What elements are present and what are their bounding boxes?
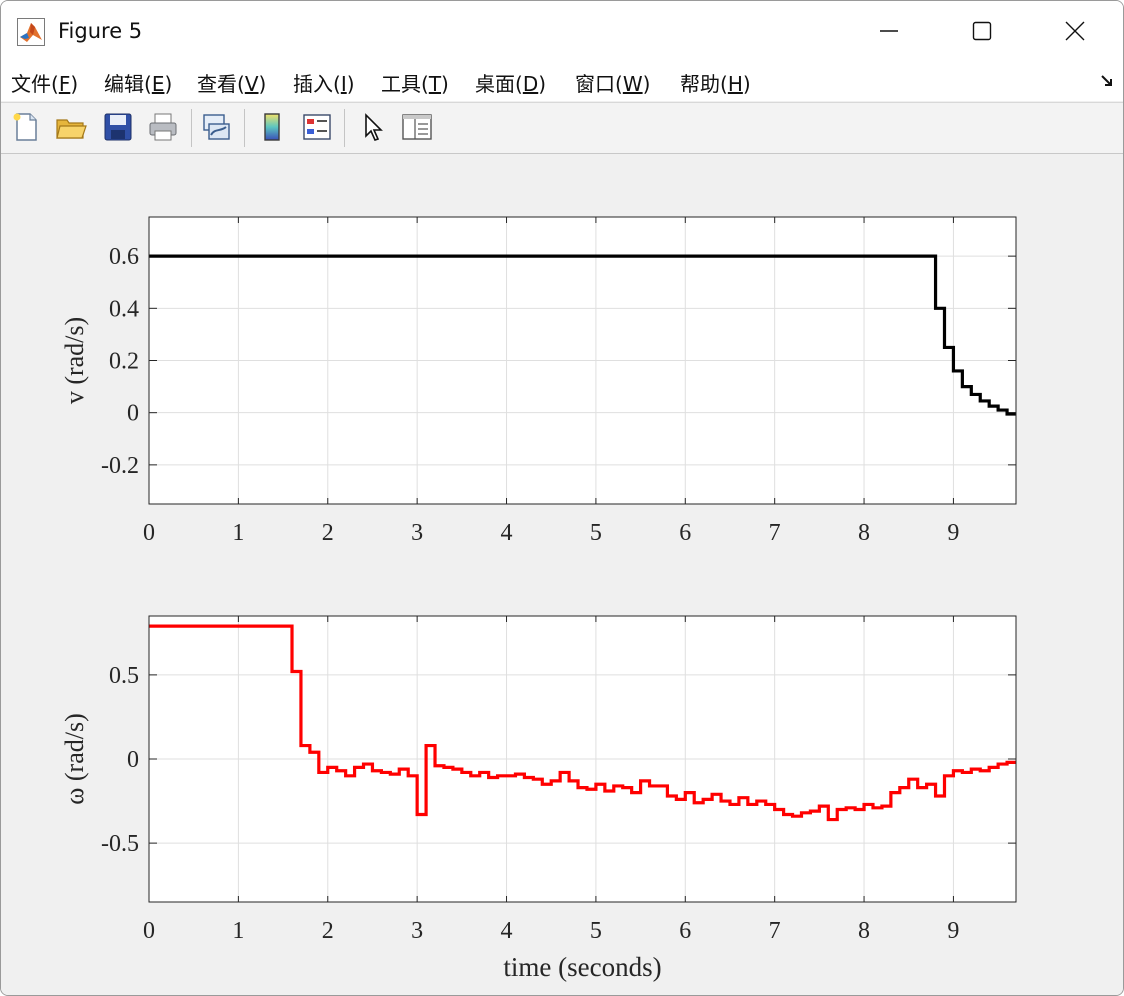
x-tick-label: 4: [501, 918, 513, 944]
close-button[interactable]: [1029, 1, 1121, 61]
matlab-logo-icon: [17, 18, 45, 46]
close-icon: [1065, 21, 1085, 41]
x-tick-label: 5: [590, 918, 602, 944]
toolbar-separator: [244, 109, 245, 147]
new-file-icon[interactable]: [10, 111, 42, 143]
menu-bar: 文件(F) 编辑(E) 查看(V) 插入(I) 工具(T) 桌面(D) 窗口(W…: [1, 61, 1123, 101]
link-plot-icon[interactable]: [200, 111, 232, 143]
x-tick-label: 7: [769, 520, 781, 546]
menu-window[interactable]: 窗口(W): [575, 68, 650, 97]
y-tick-label: 0: [127, 401, 139, 427]
y-tick-label: 0.5: [109, 663, 139, 689]
y-axis-label: ω (rad/s): [60, 713, 89, 804]
open-folder-icon[interactable]: [55, 111, 87, 143]
toolbar-separator: [191, 109, 192, 147]
title-bar: Figure 5: [1, 1, 1123, 61]
menu-view[interactable]: 查看(V): [197, 68, 266, 97]
x-tick-label: 3: [411, 918, 423, 944]
y-tick-label: -0.2: [101, 453, 139, 479]
x-tick-label: 1: [232, 520, 244, 546]
x-tick-label: 9: [947, 520, 959, 546]
axes-bottom[interactable]: 0 1 2 3 4 5 6 7 8 9 -0.5 0 0.5 ω (rad/s) time (seconds…: [60, 615, 1017, 982]
x-tick-label: 3: [411, 520, 423, 546]
x-tick-label: 9: [947, 918, 959, 944]
save-icon[interactable]: [102, 111, 134, 143]
menu-tools[interactable]: 工具(T): [381, 68, 449, 97]
x-tick-label: 8: [858, 520, 870, 546]
x-tick-label: 5: [590, 520, 602, 546]
print-icon[interactable]: [147, 111, 179, 143]
toolbar-separator: [344, 109, 345, 147]
menu-edit[interactable]: 编辑(E): [104, 68, 172, 97]
figure-canvas: 0 1 2 3 4 5 6 7 8 9 -0.2 0 0.2 0.4 0.6 v (rad/s) 0 1 2 3 4 5…: [1, 154, 1123, 995]
x-tick-label: 2: [322, 520, 334, 546]
maximize-button[interactable]: [936, 1, 1028, 61]
axes-container: 0 1 2 3 4 5 6 7 8 9 -0.2 0 0.2 0.4 0.6 v (rad/s) 0 1 2 3 4 5…: [60, 216, 1017, 982]
dock-arrow-icon[interactable]: [1099, 73, 1115, 89]
axes-top[interactable]: 0 1 2 3 4 5 6 7 8 9 -0.2 0 0.2 0.4 0.6 v (rad/s): [60, 216, 1017, 546]
x-tick-label: 0: [143, 520, 155, 546]
toolbar: [1, 102, 1123, 154]
x-tick-label: 1: [232, 918, 244, 944]
figure-window: Figure 5 文件(F) 编辑(E) 查看(V) 插入(I) 工具(T) 桌…: [0, 0, 1124, 996]
x-tick-label: 7: [769, 918, 781, 944]
x-tick-label: 8: [858, 918, 870, 944]
window-title: Figure 5: [58, 19, 143, 43]
menu-file[interactable]: 文件(F): [11, 68, 78, 97]
menu-help[interactable]: 帮助(H): [680, 68, 751, 97]
x-axis-label: time (seconds): [503, 952, 661, 982]
y-axis-label: v (rad/s): [60, 317, 89, 404]
colorbar-icon[interactable]: [256, 111, 288, 143]
x-tick-label: 6: [679, 918, 691, 944]
y-tick-label: -0.5: [101, 831, 139, 857]
x-tick-label: 2: [322, 918, 334, 944]
x-tick-label: 0: [143, 918, 155, 944]
x-tick-label: 4: [501, 520, 513, 546]
y-tick-label: 0.4: [109, 296, 139, 322]
maximize-icon: [972, 21, 992, 41]
menu-desktop[interactable]: 桌面(D): [475, 68, 546, 97]
y-tick-label: 0: [127, 747, 139, 773]
y-tick-label: 0.2: [109, 349, 139, 375]
y-tick-label: 0.6: [109, 244, 139, 270]
x-tick-label: 6: [679, 520, 691, 546]
menu-insert[interactable]: 插入(I): [293, 68, 355, 97]
property-inspector-icon[interactable]: [401, 111, 433, 143]
legend-icon[interactable]: [301, 111, 333, 143]
pointer-icon[interactable]: [357, 111, 389, 143]
minimize-icon: [880, 30, 898, 32]
minimize-button[interactable]: [843, 1, 935, 61]
